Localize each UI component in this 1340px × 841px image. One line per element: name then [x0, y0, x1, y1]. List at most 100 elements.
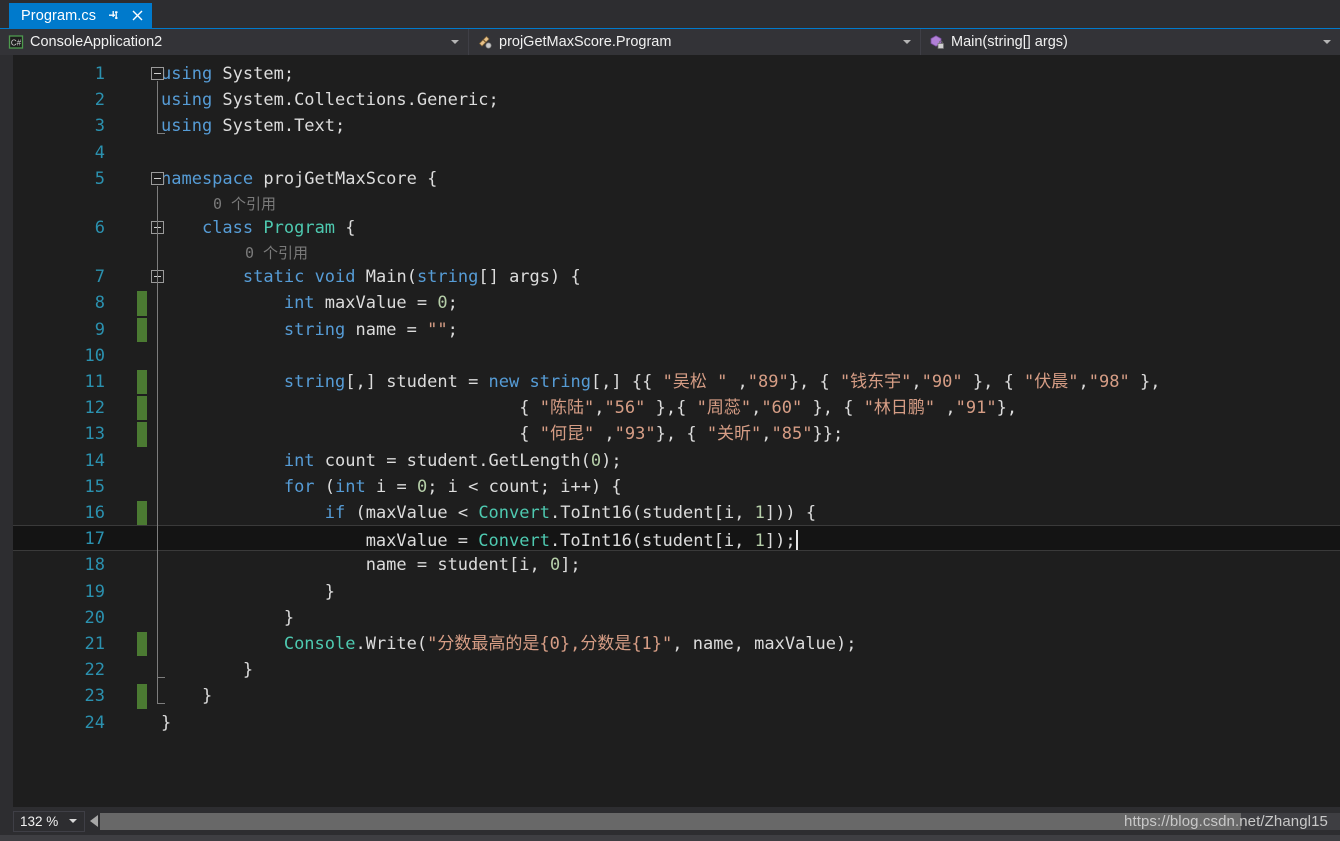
code-token: Main(	[355, 267, 417, 288]
method-private-icon	[929, 34, 945, 50]
visual-studio-editor-window: Program.cs C# ConsoleApplication2 projGe…	[0, 0, 1340, 841]
fold-toggle-icon[interactable]	[151, 171, 164, 185]
chevron-down-icon[interactable]	[451, 40, 459, 44]
code-line[interactable]: using System.Collections.Generic;	[161, 87, 499, 113]
unsaved-change-bar	[137, 422, 147, 447]
line-number: 1	[94, 64, 105, 84]
code-line[interactable]: name = student[i, 0];	[161, 552, 581, 578]
code-token: new	[488, 372, 520, 392]
code-token: "93"	[614, 424, 656, 445]
code-line[interactable]: int count = student.GetLength(0);	[161, 448, 622, 474]
code-token: string	[529, 372, 591, 392]
line-number: 21	[84, 634, 105, 654]
document-tab-strip: Program.cs	[0, 0, 1340, 28]
codelens-reference-count[interactable]: 0 个引用	[245, 241, 308, 265]
svg-text:C#: C#	[11, 38, 22, 47]
code-token: int	[283, 293, 315, 314]
code-token: Convert	[478, 503, 550, 523]
code-token: "林日鹏"	[863, 398, 936, 419]
line-number: 19	[84, 581, 105, 602]
code-token: "56"	[604, 398, 646, 419]
code-line[interactable]: class Program {	[161, 215, 356, 241]
code-line[interactable]: using System.Text;	[161, 113, 345, 139]
class-members-icon	[477, 34, 493, 50]
fold-toggle-icon[interactable]	[151, 67, 164, 80]
code-token: ,	[1078, 372, 1089, 392]
unsaved-change-bar	[137, 396, 147, 421]
code-token: string	[283, 319, 346, 340]
unsaved-change-bar	[137, 501, 147, 526]
zoom-level-label: 132 %	[20, 813, 59, 829]
line-number: 9	[94, 319, 105, 340]
code-line[interactable]: maxValue = Convert.ToInt16(student[i, 1]…	[161, 526, 798, 554]
code-line[interactable]: static void Main(string[] args) {	[161, 264, 581, 290]
project-dropdown[interactable]: C# ConsoleApplication2	[0, 29, 469, 55]
code-line[interactable]: string name = "";	[161, 317, 458, 343]
code-line[interactable]: }	[161, 605, 294, 631]
code-token: if	[324, 503, 346, 523]
code-token: ,	[935, 398, 956, 419]
zoom-level-dropdown[interactable]: 132 %	[13, 810, 85, 832]
scroll-left-arrow-icon[interactable]	[90, 815, 98, 827]
code-token: "周蕊"	[696, 398, 752, 419]
code-token: "85"	[771, 424, 813, 445]
pin-icon[interactable]	[107, 9, 120, 22]
window-bottom-edge	[0, 835, 1340, 841]
code-token: 1	[754, 503, 765, 523]
code-line[interactable]: if (maxValue < Convert.ToInt16(student[i…	[161, 500, 816, 526]
horizontal-scrollbar-thumb[interactable]	[100, 812, 1241, 830]
code-token: Console	[283, 634, 356, 654]
chevron-down-icon[interactable]	[69, 819, 77, 823]
code-token: "60"	[761, 398, 803, 419]
line-number: 17	[84, 529, 105, 550]
line-number: 7	[94, 267, 105, 288]
line-number: 24	[84, 712, 105, 733]
code-line[interactable]: { "陈陆","56" },{ "周蕊","60" }, { "林日鹏" ,"9…	[161, 395, 1017, 421]
code-line[interactable]: for (int i = 0; i < count; i++) {	[161, 474, 622, 500]
member-dropdown[interactable]: Main(string[] args)	[921, 29, 1340, 55]
outlining-guide-line	[157, 284, 158, 625]
code-editor-surface[interactable]: 0 个引用 0 个引用 using System; using System.Coll…	[13, 55, 1340, 807]
code-token: for	[283, 476, 315, 497]
code-token: ,	[751, 398, 762, 419]
code-token: ""	[427, 319, 448, 340]
code-token: "吴松 "	[662, 372, 728, 392]
code-line[interactable]: using System;	[161, 61, 294, 87]
code-line[interactable]: }	[161, 579, 335, 605]
code-line[interactable]: Console.Write("分数最高的是{0},分数是{1}", name, …	[161, 631, 857, 657]
code-token: 0	[549, 555, 561, 576]
code-token: "钱东宇"	[839, 372, 912, 392]
chevron-down-icon[interactable]	[903, 40, 911, 44]
chevron-down-icon[interactable]	[1323, 40, 1331, 44]
unsaved-change-bar	[137, 370, 147, 395]
code-line[interactable]: { "何昆" ,"93"}, { "关昕","85"}};	[161, 421, 843, 447]
code-token: ;	[447, 319, 458, 340]
code-token: },	[996, 398, 1018, 419]
code-token: string	[416, 267, 479, 288]
outlining-fold-gutter[interactable]	[151, 55, 169, 807]
code-token: projGetMaxScore {	[253, 168, 438, 189]
type-dropdown[interactable]: projGetMaxScore.Program	[469, 29, 921, 55]
code-token: count = student.GetLength(	[314, 450, 591, 471]
close-icon[interactable]	[131, 9, 144, 22]
code-token: void	[314, 267, 356, 288]
code-line[interactable]: string[,] student = new string[,] {{ "吴松…	[161, 369, 1161, 395]
line-number: 10	[84, 345, 105, 366]
editor-area: 0 个引用 0 个引用 using System; using System.Coll…	[0, 55, 1340, 807]
code-line[interactable]: int maxValue = 0;	[161, 290, 458, 316]
code-line[interactable]: namespace projGetMaxScore {	[161, 166, 437, 192]
code-token: "何昆"	[539, 424, 595, 445]
code-token: "伏晨"	[1024, 372, 1079, 392]
code-token: int	[335, 476, 366, 497]
code-token: }};	[812, 424, 844, 445]
code-line[interactable]: }	[161, 657, 253, 683]
editor-status-bar: 132 % https://blog.csdn.net/Zhangl15	[0, 807, 1340, 835]
code-token: maxValue =	[161, 531, 479, 552]
code-token: ; i < count; i++) {	[427, 476, 622, 497]
document-tab-program-cs[interactable]: Program.cs	[9, 3, 153, 28]
codelens-reference-count[interactable]: 0 个引用	[213, 192, 276, 216]
line-number: 3	[94, 116, 105, 137]
